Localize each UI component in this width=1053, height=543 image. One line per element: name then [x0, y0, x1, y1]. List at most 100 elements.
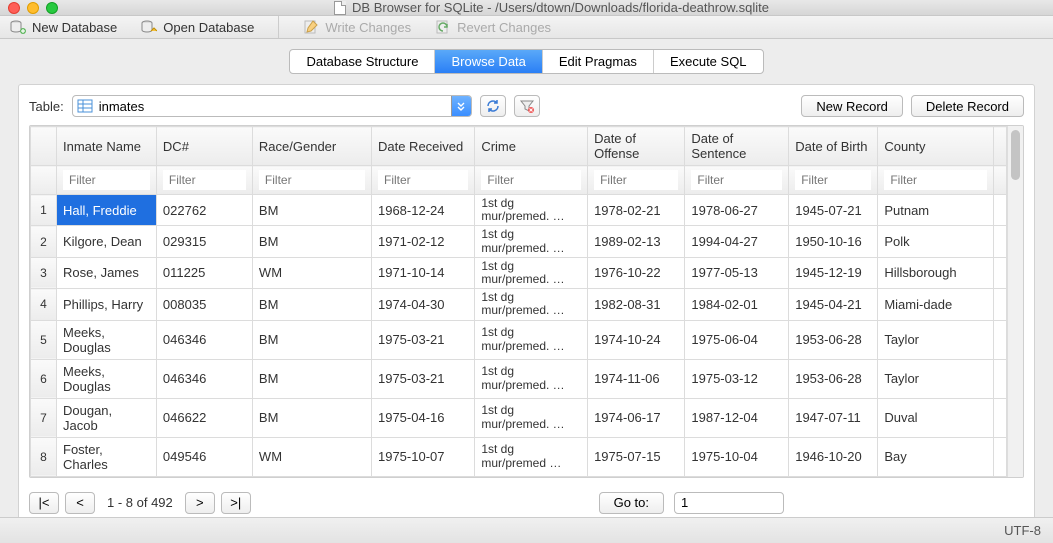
cell[interactable]: 029315 — [156, 226, 252, 257]
column-filter-input[interactable] — [163, 170, 246, 190]
cell[interactable]: 1974-04-30 — [371, 289, 474, 320]
cell[interactable]: 1982-08-31 — [588, 289, 685, 320]
cell[interactable]: 1989-02-13 — [588, 226, 685, 257]
row-number[interactable]: 1 — [31, 195, 57, 226]
column-filter-input[interactable] — [594, 170, 678, 190]
cell[interactable]: 1975-04-16 — [371, 398, 474, 437]
close-icon[interactable] — [8, 2, 20, 14]
table-row[interactable]: 4Phillips, Harry008035BM1974-04-301st dg… — [31, 289, 1007, 320]
column-filter-input[interactable] — [795, 170, 871, 190]
column-filter-input[interactable] — [884, 170, 987, 190]
cell[interactable]: 1945-07-21 — [789, 195, 878, 226]
table-row[interactable]: 6Meeks, Douglas046346BM1975-03-211st dgm… — [31, 359, 1007, 398]
cell[interactable]: 1974-06-17 — [588, 398, 685, 437]
cell[interactable]: 046346 — [156, 320, 252, 359]
cell[interactable]: 022762 — [156, 195, 252, 226]
table-row[interactable]: 3Rose, James011225WM1971-10-141st dgmur/… — [31, 257, 1007, 288]
cell[interactable]: 1953-06-28 — [789, 320, 878, 359]
cell[interactable]: Meeks, Douglas — [57, 320, 157, 359]
tab-database-structure[interactable]: Database Structure — [290, 50, 435, 73]
cell[interactable]: 008035 — [156, 289, 252, 320]
cell[interactable]: Rose, James — [57, 257, 157, 288]
table-row[interactable]: 5Meeks, Douglas046346BM1975-03-211st dgm… — [31, 320, 1007, 359]
cell[interactable]: Taylor — [878, 320, 994, 359]
cell[interactable]: 1st dgmur/premed. … — [475, 398, 588, 437]
cell[interactable]: WM — [252, 437, 371, 476]
zoom-icon[interactable] — [46, 2, 58, 14]
cell[interactable]: BM — [252, 320, 371, 359]
cell[interactable]: 1971-02-12 — [371, 226, 474, 257]
cell[interactable]: 1978-06-27 — [685, 195, 789, 226]
column-header[interactable]: Date of Birth — [789, 127, 878, 166]
cell[interactable]: 1st dgmur/premed. … — [475, 195, 588, 226]
cell[interactable]: Hall, Freddie — [57, 195, 157, 226]
cell[interactable]: 1950-10-16 — [789, 226, 878, 257]
row-number[interactable]: 7 — [31, 398, 57, 437]
minimize-icon[interactable] — [27, 2, 39, 14]
write-changes-button[interactable]: Write Changes — [303, 19, 411, 35]
cell[interactable]: Foster, Charles — [57, 437, 157, 476]
cell[interactable]: 1945-04-21 — [789, 289, 878, 320]
column-header[interactable]: Date of Offense — [588, 127, 685, 166]
column-filter-input[interactable] — [691, 170, 782, 190]
cell[interactable]: 049546 — [156, 437, 252, 476]
table-row[interactable]: 8Foster, Charles049546WM1975-10-071st dg… — [31, 437, 1007, 476]
cell[interactable]: Phillips, Harry — [57, 289, 157, 320]
column-filter-input[interactable] — [63, 170, 150, 190]
cell[interactable]: 1984-02-01 — [685, 289, 789, 320]
cell[interactable]: 1975-10-07 — [371, 437, 474, 476]
next-page-button[interactable]: > — [185, 492, 215, 514]
cell[interactable]: 1946-10-20 — [789, 437, 878, 476]
cell[interactable]: 1st dgmur/premed. … — [475, 226, 588, 257]
cell[interactable]: BM — [252, 226, 371, 257]
delete-record-button[interactable]: Delete Record — [911, 95, 1024, 117]
goto-input[interactable] — [674, 492, 784, 514]
cell[interactable]: 1st dgmur/premed. … — [475, 359, 588, 398]
cell[interactable]: Taylor — [878, 359, 994, 398]
cell[interactable]: BM — [252, 398, 371, 437]
table-row[interactable]: 2Kilgore, Dean029315BM1971-02-121st dgmu… — [31, 226, 1007, 257]
cell[interactable]: 1987-12-04 — [685, 398, 789, 437]
cell[interactable]: WM — [252, 257, 371, 288]
cell[interactable]: 1994-04-27 — [685, 226, 789, 257]
cell[interactable]: 1975-03-12 — [685, 359, 789, 398]
column-header[interactable]: DC# — [156, 127, 252, 166]
goto-button[interactable]: Go to: — [599, 492, 664, 514]
cell[interactable]: Bay — [878, 437, 994, 476]
cell[interactable]: 1976-10-22 — [588, 257, 685, 288]
column-header[interactable]: County — [878, 127, 994, 166]
cell[interactable]: 1974-11-06 — [588, 359, 685, 398]
cell[interactable]: BM — [252, 195, 371, 226]
table-select-value[interactable] — [97, 99, 451, 114]
cell[interactable]: 1971-10-14 — [371, 257, 474, 288]
tab-execute-sql[interactable]: Execute SQL — [654, 50, 763, 73]
scrollbar-thumb[interactable] — [1011, 130, 1020, 180]
cell[interactable]: 1977-05-13 — [685, 257, 789, 288]
cell[interactable]: 1945-12-19 — [789, 257, 878, 288]
chevron-down-icon[interactable] — [451, 96, 471, 116]
column-filter-input[interactable] — [481, 170, 581, 190]
row-number[interactable]: 4 — [31, 289, 57, 320]
new-record-button[interactable]: New Record — [801, 95, 903, 117]
cell[interactable]: 1974-10-24 — [588, 320, 685, 359]
last-page-button[interactable]: >| — [221, 492, 251, 514]
column-header[interactable]: Crime — [475, 127, 588, 166]
cell[interactable]: Polk — [878, 226, 994, 257]
table-row[interactable]: 7Dougan, Jacob046622BM1975-04-161st dgmu… — [31, 398, 1007, 437]
cell[interactable]: Duval — [878, 398, 994, 437]
cell[interactable]: 1975-07-15 — [588, 437, 685, 476]
cell[interactable]: Miami-dade — [878, 289, 994, 320]
cell[interactable]: Putnam — [878, 195, 994, 226]
column-header[interactable]: Date Received — [371, 127, 474, 166]
cell[interactable]: 1975-10-04 — [685, 437, 789, 476]
cell[interactable]: 1975-03-21 — [371, 320, 474, 359]
prev-page-button[interactable]: < — [65, 492, 95, 514]
cell[interactable]: Meeks, Douglas — [57, 359, 157, 398]
row-number[interactable]: 5 — [31, 320, 57, 359]
cell[interactable]: Dougan, Jacob — [57, 398, 157, 437]
column-header[interactable]: Inmate Name — [57, 127, 157, 166]
first-page-button[interactable]: |< — [29, 492, 59, 514]
column-filter-input[interactable] — [259, 170, 365, 190]
cell[interactable]: BM — [252, 289, 371, 320]
cell[interactable]: BM — [252, 359, 371, 398]
